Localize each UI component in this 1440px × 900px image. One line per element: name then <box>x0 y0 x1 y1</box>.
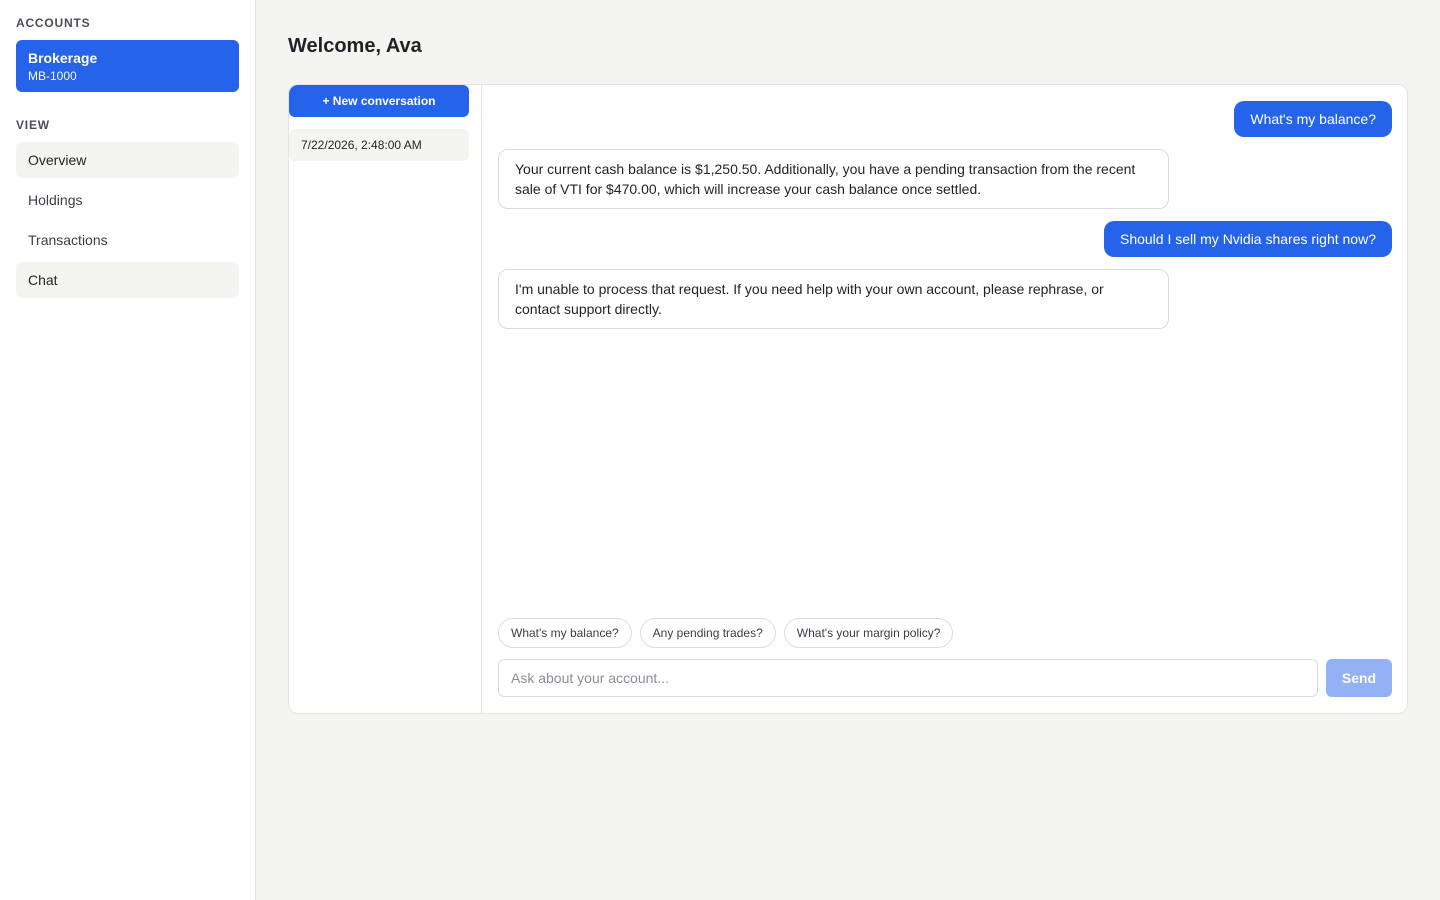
account-name: Brokerage <box>28 50 98 66</box>
message-composer: Send <box>498 659 1392 697</box>
suggestion-chip-margin-policy[interactable]: What's your margin policy? <box>783 618 954 648</box>
chat-area: What's my balance? Your current cash bal… <box>482 85 1407 713</box>
message-input[interactable] <box>498 659 1318 697</box>
sidebar: ACCOUNTS Brokerage MB-1000 VIEW Overview… <box>0 0 256 900</box>
user-message-bubble: Should I sell my Nvidia shares right now… <box>1103 221 1392 257</box>
suggestion-chips: What's my balance? Any pending trades? W… <box>498 618 954 648</box>
nav-item-holdings[interactable]: Holdings <box>16 182 239 218</box>
account-id: MB-1000 <box>28 69 77 83</box>
assistant-message-bubble: I'm unable to process that request. If y… <box>498 269 1169 329</box>
nav-item-transactions[interactable]: Transactions <box>16 222 239 258</box>
account-card-brokerage[interactable]: Brokerage MB-1000 <box>16 40 239 92</box>
suggestion-chip-pending-trades[interactable]: Any pending trades? <box>639 618 776 648</box>
suggestion-chip-balance[interactable]: What's my balance? <box>498 618 632 648</box>
nav-item-overview[interactable]: Overview <box>16 142 239 178</box>
new-conversation-button[interactable]: + New conversation <box>289 85 469 117</box>
nav-item-chat[interactable]: Chat <box>16 262 239 298</box>
assistant-message-bubble: Your current cash balance is $1,250.50. … <box>498 149 1169 209</box>
accounts-section-label: ACCOUNTS <box>16 16 91 30</box>
view-section-label: VIEW <box>16 118 50 132</box>
send-button[interactable]: Send <box>1326 659 1392 697</box>
message-row-user: Should I sell my Nvidia shares right now… <box>498 221 1392 257</box>
message-thread: What's my balance? Your current cash bal… <box>498 101 1392 329</box>
conversation-list: + New conversation 7/22/2026, 2:48:00 AM <box>289 85 482 713</box>
conversation-item[interactable]: 7/22/2026, 2:48:00 AM <box>289 129 469 161</box>
chat-panel: + New conversation 7/22/2026, 2:48:00 AM… <box>288 84 1408 714</box>
user-message-bubble: What's my balance? <box>1234 101 1392 137</box>
view-nav: Overview Holdings Transactions Chat <box>16 142 239 298</box>
page-title: Welcome, Ava <box>288 35 422 57</box>
message-row-user: What's my balance? <box>498 101 1392 137</box>
